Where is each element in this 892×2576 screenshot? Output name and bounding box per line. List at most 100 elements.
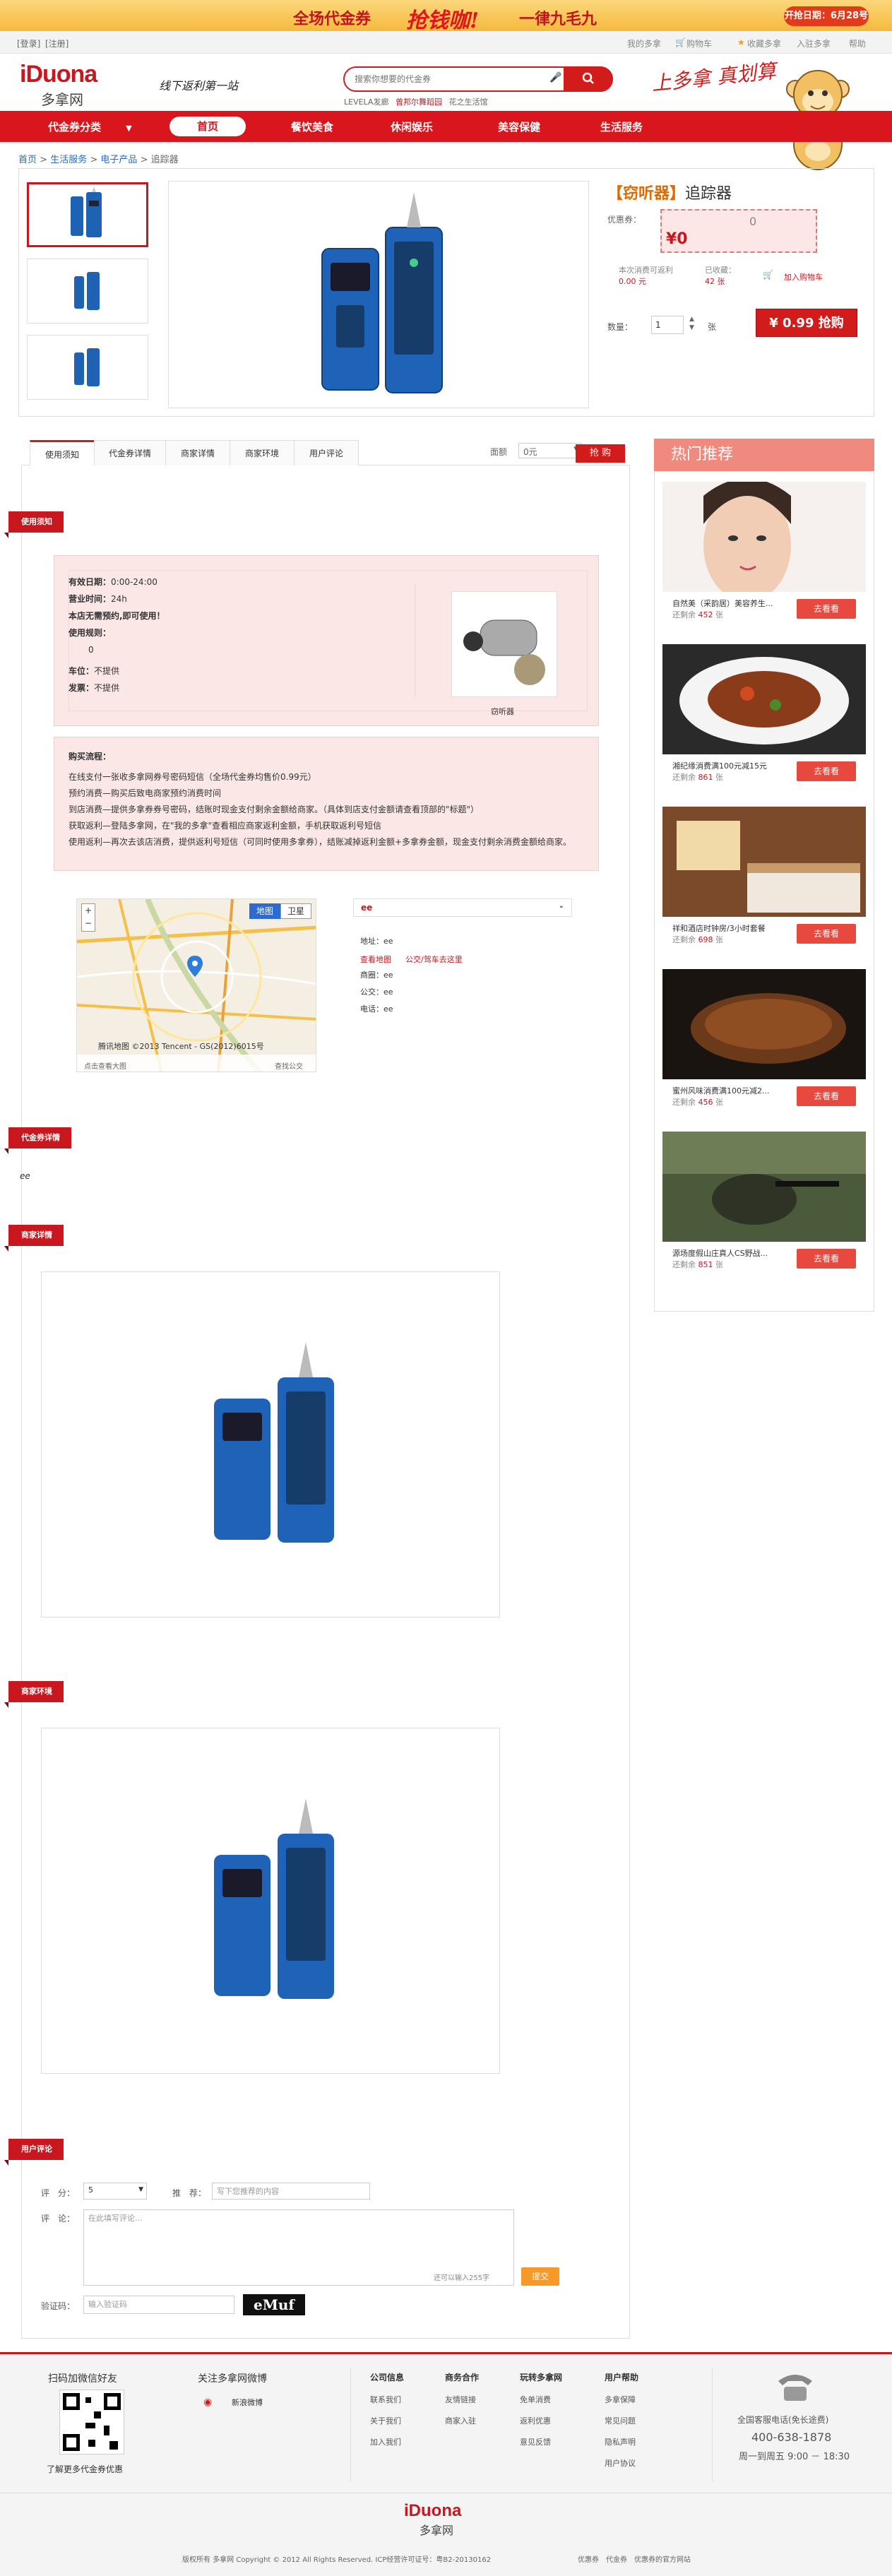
recommend-card[interactable]: 湘纪缘消费满100元减15元 还剩余 861 张 去看看 [662, 644, 866, 797]
search-input[interactable] [355, 72, 545, 86]
coupon-detail-text: ee [20, 1171, 30, 1181]
tab-merchant-env[interactable]: 商家环境 [230, 440, 295, 465]
map-widget[interactable]: + − 地图 卫星 腾讯地图 ©2013 Tencent - GS(2012)60… [76, 898, 316, 1072]
hot-word-2[interactable]: 曾邦尔舞蹈园 [396, 97, 442, 107]
cart-link[interactable]: 购物车 [686, 37, 712, 49]
denomination-dropdown[interactable]: 0元▼ [518, 443, 582, 458]
hot-search-words: LEVELA发廊 曾邦尔舞蹈园 花之生活馆 [344, 96, 487, 107]
tab-comments[interactable]: 用户评论 [294, 440, 359, 465]
weibo-link[interactable]: 新浪微博 [232, 2397, 263, 2408]
footer-link[interactable]: 多拿保障 [605, 2394, 636, 2405]
recommend-go-button[interactable]: 去看看 [797, 924, 856, 944]
qty-input[interactable]: 1 [651, 316, 684, 334]
footer-link[interactable]: 返利优惠 [520, 2415, 551, 2426]
logo-en: iDuona [20, 61, 97, 88]
recommend-go-button[interactable]: 去看看 [797, 1086, 856, 1106]
footer-link[interactable]: 免单消费 [520, 2394, 551, 2405]
map-nearby[interactable]: 查找公交 [275, 1060, 303, 1071]
footer-link[interactable]: 商家入驻 [445, 2415, 476, 2426]
tab-notice[interactable]: 使用须知 [30, 440, 95, 465]
breadcrumb-sep: > [90, 155, 98, 165]
weibo-icon[interactable]: ◉ [203, 2397, 212, 2408]
map-view-large[interactable]: 点击查看大图 [84, 1060, 126, 1071]
recommend-go-button[interactable]: 去看看 [797, 1249, 856, 1269]
footer-col-title: 玩转多拿网 [520, 2373, 563, 2382]
recommend-remain: 还剩余 456 张 [672, 1098, 723, 1107]
hot-word-3[interactable]: 花之生活馆 [448, 97, 487, 107]
nav-item-food[interactable]: 餐饮美食 [291, 119, 333, 134]
tab-merchant-detail[interactable]: 商家详情 [165, 440, 230, 465]
site-footer: 扫码加微信好友 了解更多代金券优惠 关注多拿网微博 ◉ 新浪微博 公司信息 联系… [0, 2352, 892, 2576]
breadcrumb-l1[interactable]: 生活服务 [50, 155, 87, 165]
breadcrumb-home[interactable]: 首页 [18, 155, 37, 165]
nav-categories[interactable]: 代金券分类 ▼ [48, 119, 132, 134]
qty-stepper[interactable]: ▲ ▼ [689, 315, 694, 332]
footer-link[interactable]: 联系我们 [370, 2394, 401, 2405]
map-zoom-control[interactable]: + − [81, 903, 95, 932]
top-promo-banner[interactable]: 全场代金券 抢钱咖! 一律九毛九 开抢日期：6月28号 [0, 0, 892, 33]
microphone-icon[interactable]: 🎤 [549, 72, 561, 83]
register-link[interactable]: [注册] [45, 37, 69, 49]
footer-link[interactable]: 隐私声明 [605, 2436, 636, 2447]
nav-item-leisure[interactable]: 休闲娱乐 [391, 119, 433, 134]
shop-name[interactable]: ee ⌄ [353, 898, 572, 917]
service-hours: 周一到周五 9:00 － 18:30 [739, 2452, 850, 2462]
hot-word-1[interactable]: LEVELA发廊 [344, 97, 388, 107]
thumbnail-3[interactable] [27, 335, 148, 400]
submit-comment-button[interactable]: 提交 [521, 2267, 559, 2286]
denomination-select[interactable]: 面额 0元▼ [490, 443, 582, 458]
rebate-stat: 本次消费可返利 0.00 元 [619, 264, 673, 287]
map-mode-button[interactable]: 地图 [249, 903, 280, 919]
buy-button[interactable]: ¥ 0.99 抢购 [756, 309, 857, 337]
footer-link[interactable]: 常见问题 [605, 2415, 636, 2426]
view-map-link[interactable]: 查看地图 [360, 954, 391, 965]
footer-keywords: 优惠券 代金券 优惠券的官方网站 [578, 2556, 691, 2564]
route-link[interactable]: 公交/驾车去这里 [405, 954, 463, 965]
recommend-card[interactable]: 源场度假山庄真人CS野战... 还剩余 851 张 去看看 [662, 1132, 866, 1284]
recommend-remain: 还剩余 698 张 [672, 935, 723, 944]
favorites-link[interactable]: 收藏多拿 [747, 37, 781, 49]
recommend-input[interactable]: 写下您推荐的内容 [212, 2183, 370, 2200]
captcha-image[interactable]: eMuf [243, 2294, 305, 2315]
search-button[interactable] [564, 66, 613, 92]
nav-item-life[interactable]: 生活服务 [600, 119, 643, 134]
recommend-name: 湘纪缘消费满100元减15元 [672, 761, 767, 771]
flow-line: 到店消费—提供多拿券券号密码，结账时现金支付剩余金额给商家。（具体到店支付金额请… [69, 805, 480, 814]
collected-stat: 已收藏： 42 张 [705, 264, 736, 287]
nav-home[interactable]: 首页 [170, 117, 246, 136]
footer-link[interactable]: 意见反馈 [520, 2436, 551, 2447]
breadcrumb-l2[interactable]: 电子产品 [100, 155, 137, 165]
cart-icon[interactable]: 🛒 [763, 270, 773, 280]
recommend-card[interactable]: 自然美（采韵居）美容养生... 还剩余 452 张 去看看 [662, 482, 866, 634]
nav-item-beauty[interactable]: 美容保健 [498, 119, 540, 134]
recommend-go-button[interactable]: 去看看 [797, 761, 856, 781]
flow-line: 在线支付一张收多拿网券号密码短信（全场代金券均售价0.99元） [69, 772, 316, 782]
hotline-label: 全国客服电话(免长途费) [737, 2415, 829, 2425]
join-link[interactable]: 入驻多拿 [797, 37, 831, 49]
cart-icon[interactable]: 🛒 [675, 37, 686, 47]
recommend-card[interactable]: 蜜州风味消费满100元减2... 还剩余 456 张 去看看 [662, 969, 866, 1122]
satellite-mode-button[interactable]: 卫星 [280, 903, 311, 919]
footer-link[interactable]: 加入我们 [370, 2436, 401, 2447]
captcha-input[interactable]: 输入验证码 [83, 2296, 234, 2314]
recommend-go-button[interactable]: 去看看 [797, 599, 856, 619]
weixin-more[interactable]: 了解更多代金券优惠 [47, 2463, 123, 2475]
tab-coupon-detail[interactable]: 代金券详情 [94, 440, 166, 465]
footer-col-title: 用户帮助 [605, 2373, 639, 2382]
recommend-card[interactable]: 祥和酒店时钟房/3小时套餐 还剩余 698 张 去看看 [662, 807, 866, 959]
add-cart-link[interactable]: 加入购物车 [784, 271, 823, 283]
login-link[interactable]: [登录] [17, 37, 40, 49]
main-nav: 代金券分类 ▼ 首页 餐饮美食 休闲娱乐 美容保健 生活服务 [0, 111, 892, 142]
notice-image-caption: 窃听器 [491, 707, 514, 716]
score-select[interactable]: 5 ▼ [83, 2183, 147, 2200]
thumbnail-1[interactable] [27, 182, 148, 247]
my-account-link[interactable]: 我的多拿 [627, 37, 661, 49]
tab-buy-button[interactable]: 抢 购 [576, 444, 625, 463]
site-logo[interactable]: iDuona 多拿网 [20, 61, 97, 109]
notice-val: 0 [88, 645, 94, 655]
help-link[interactable]: 帮助 [849, 37, 866, 49]
thumbnail-2[interactable] [27, 259, 148, 324]
footer-link[interactable]: 用户协议 [605, 2457, 636, 2469]
footer-link[interactable]: 友情链接 [445, 2394, 476, 2405]
footer-link[interactable]: 关于我们 [370, 2415, 401, 2426]
